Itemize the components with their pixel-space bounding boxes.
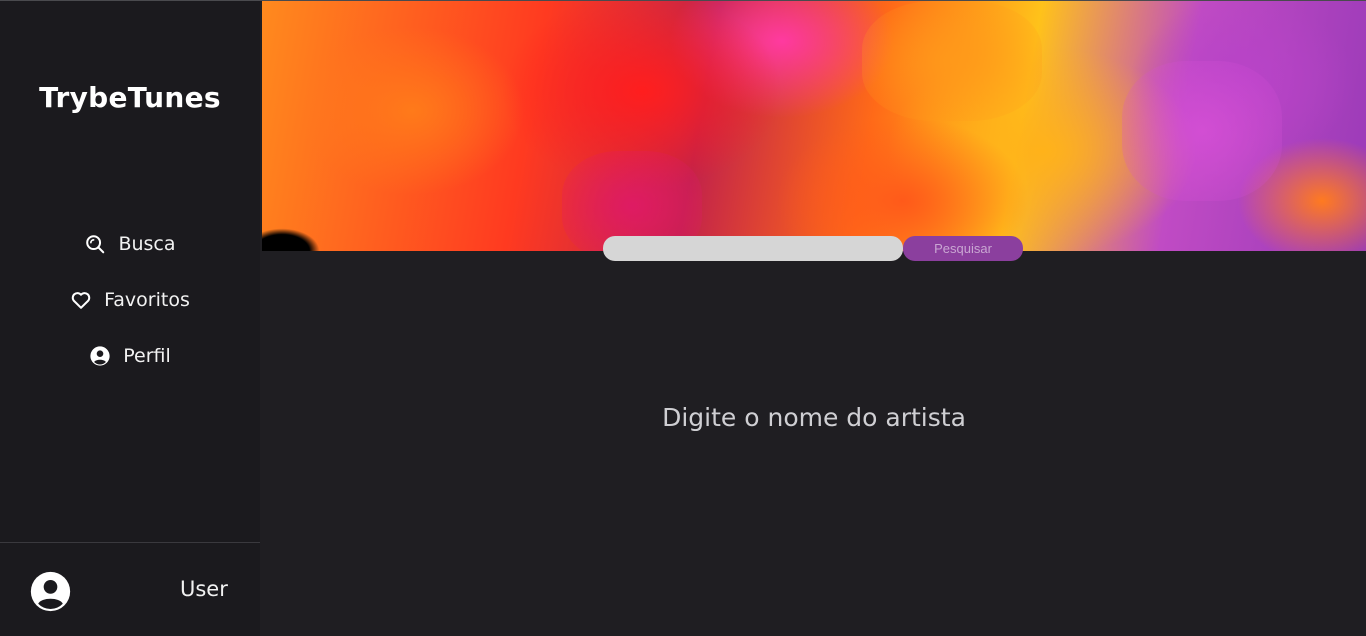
sidebar-nav: Busca Favoritos Perfil	[0, 228, 260, 396]
user-avatar-icon[interactable]	[30, 571, 71, 612]
sidebar-item-label: Busca	[118, 233, 176, 255]
search-input[interactable]	[603, 236, 903, 261]
sidebar-item-label: Perfil	[123, 345, 171, 367]
search-button[interactable]: Pesquisar	[903, 236, 1023, 261]
user-name: User	[180, 577, 228, 601]
heart-icon	[71, 292, 91, 309]
banner-streak	[862, 1, 1042, 121]
sidebar: TrybeTunes Busca Favoritos Perfil User	[0, 0, 260, 636]
banner-shadow	[262, 217, 352, 251]
app-root: TrybeTunes Busca Favoritos Perfil User P…	[0, 0, 1366, 636]
sidebar-item-busca[interactable]: Busca	[0, 228, 260, 260]
empty-state-hint: Digite o nome do artista	[662, 403, 966, 432]
top-border	[0, 0, 1366, 1]
sidebar-item-perfil[interactable]: Perfil	[0, 340, 260, 372]
user-circle-icon	[90, 346, 110, 366]
banner-streak	[1122, 61, 1282, 201]
sidebar-divider	[0, 542, 260, 543]
app-logo: TrybeTunes	[39, 81, 221, 114]
sidebar-item-favoritos[interactable]: Favoritos	[0, 284, 260, 316]
sidebar-item-label: Favoritos	[104, 289, 190, 311]
header-banner-image	[262, 1, 1366, 251]
search-icon	[86, 235, 105, 254]
